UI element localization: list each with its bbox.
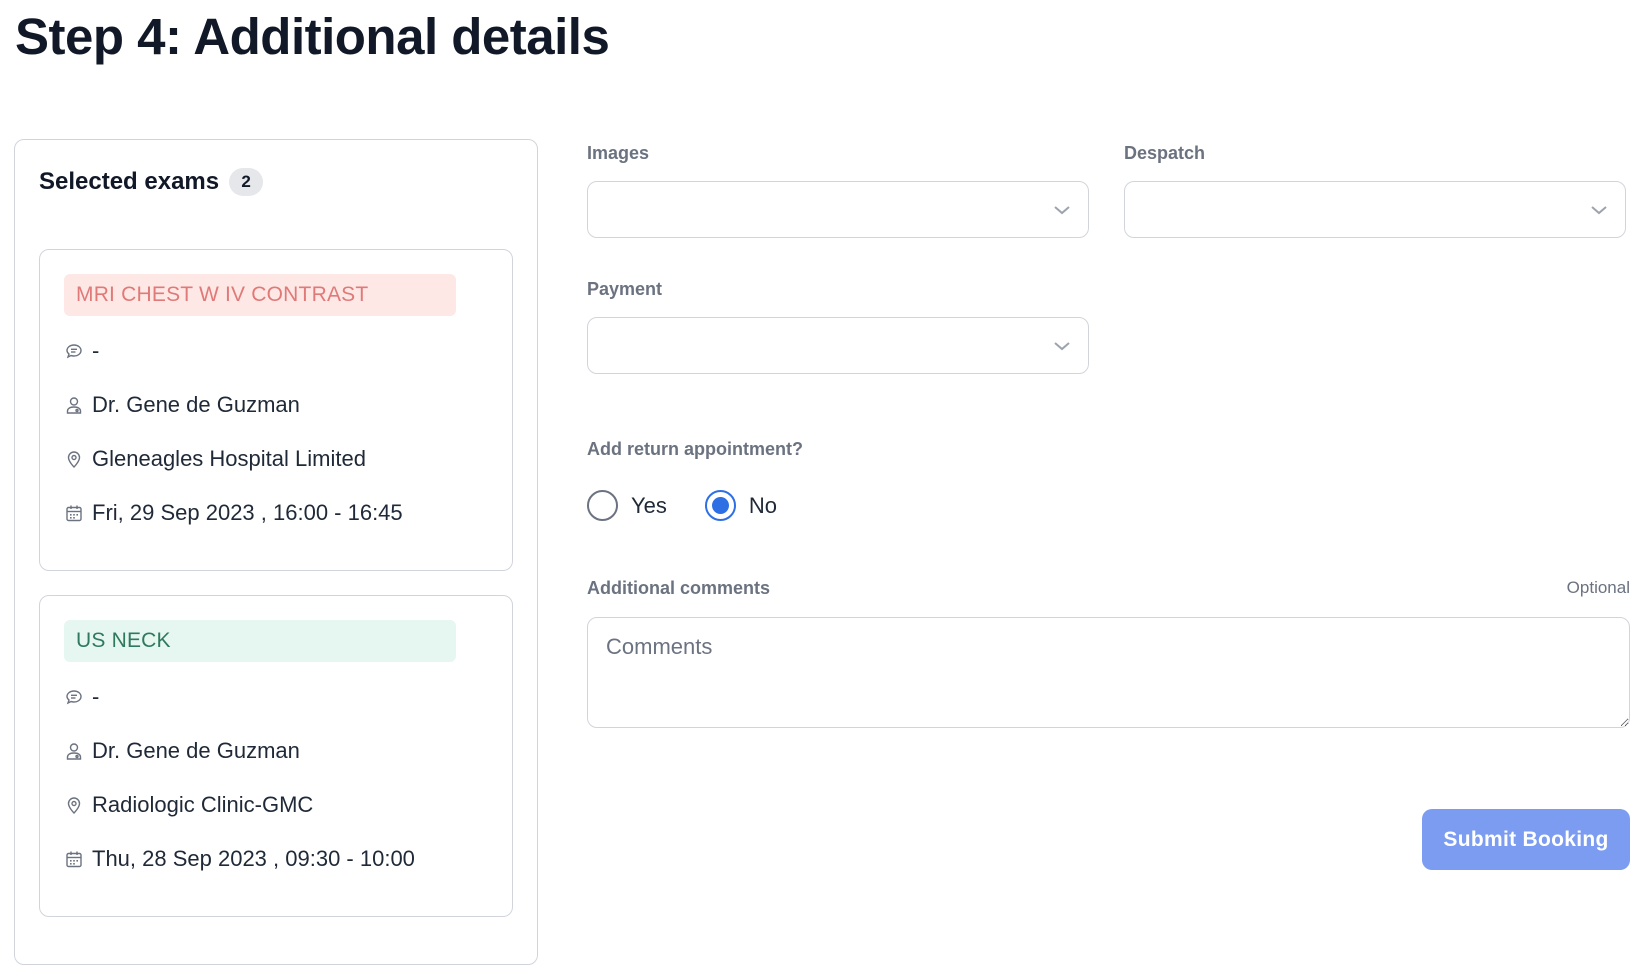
radio-selected-dot [711, 497, 729, 514]
calendar-icon [64, 849, 84, 869]
exam-doctor: Dr. Gene de Guzman [92, 738, 300, 763]
selected-exams-title: Selected exams [39, 168, 220, 195]
optional-hint: Optional [1566, 578, 1630, 597]
despatch-select[interactable] [1124, 181, 1626, 238]
images-select[interactable] [587, 181, 1089, 238]
doctor-icon [64, 741, 84, 761]
exam-card: US NECK - Dr. Gene de Guzman Radiologic … [39, 595, 513, 917]
radio-no-label[interactable]: No [749, 493, 777, 519]
chevron-down-icon [1054, 206, 1070, 215]
exam-comment: - [92, 684, 100, 709]
payment-label: Payment [587, 279, 663, 299]
exam-comment: - [92, 338, 100, 363]
additional-comments-label: Additional comments [587, 578, 771, 598]
radio-option-no[interactable]: No [704, 490, 777, 521]
radio-yes-label[interactable]: Yes [631, 493, 667, 519]
exam-location: Gleneagles Hospital Limited [92, 446, 366, 471]
exam-doctor-row: Dr. Gene de Guzman [64, 392, 300, 418]
exam-name-tag: US NECK [64, 620, 456, 662]
return-appointment-label: Add return appointment? [587, 439, 803, 459]
exam-datetime: Thu, 28 Sep 2023 , 09:30 - 10:00 [92, 846, 415, 871]
doctor-icon [64, 395, 84, 415]
radio-no[interactable] [704, 490, 736, 521]
chevron-down-icon [1054, 342, 1070, 351]
radio-yes[interactable] [587, 490, 618, 521]
selected-exams-panel: Selected exams 2 MRI CHEST W IV CONTRAST… [14, 139, 538, 965]
map-pin-icon [64, 449, 84, 469]
despatch-label: Despatch [1124, 143, 1206, 163]
map-pin-icon [64, 795, 84, 815]
exam-location-row: Gleneagles Hospital Limited [64, 446, 366, 472]
selected-exams-header: Selected exams 2 [39, 168, 264, 196]
exam-comment-row: - [64, 338, 99, 364]
comment-icon [64, 687, 84, 707]
images-label: Images [587, 143, 650, 163]
exam-name-tag: MRI CHEST W IV CONTRAST [64, 274, 456, 316]
page-title: Step 4: Additional details [15, 8, 610, 65]
comments-textarea[interactable] [587, 617, 1630, 728]
exam-card: MRI CHEST W IV CONTRAST - Dr. Gene de Gu… [39, 249, 513, 571]
exam-comment-row: - [64, 684, 99, 710]
return-appointment-radio-group: Yes No [587, 490, 815, 521]
exam-datetime-row: Thu, 28 Sep 2023 , 09:30 - 10:00 [64, 846, 415, 872]
chevron-down-icon [1591, 206, 1607, 215]
exam-location-row: Radiologic Clinic-GMC [64, 792, 313, 818]
radio-option-yes[interactable]: Yes [587, 490, 667, 521]
exam-location: Radiologic Clinic-GMC [92, 792, 314, 817]
exam-doctor-row: Dr. Gene de Guzman [64, 738, 300, 764]
exam-datetime: Fri, 29 Sep 2023 , 16:00 - 16:45 [92, 500, 403, 525]
exam-doctor: Dr. Gene de Guzman [92, 392, 300, 417]
exam-count-badge: 2 [229, 168, 264, 196]
payment-select[interactable] [587, 317, 1089, 374]
submit-booking-button[interactable]: Submit Booking [1422, 809, 1630, 870]
exam-datetime-row: Fri, 29 Sep 2023 , 16:00 - 16:45 [64, 500, 403, 526]
booking-page: Step 4: Additional details Selected exam… [0, 0, 1644, 980]
calendar-icon [64, 503, 84, 523]
comment-icon [64, 341, 84, 361]
